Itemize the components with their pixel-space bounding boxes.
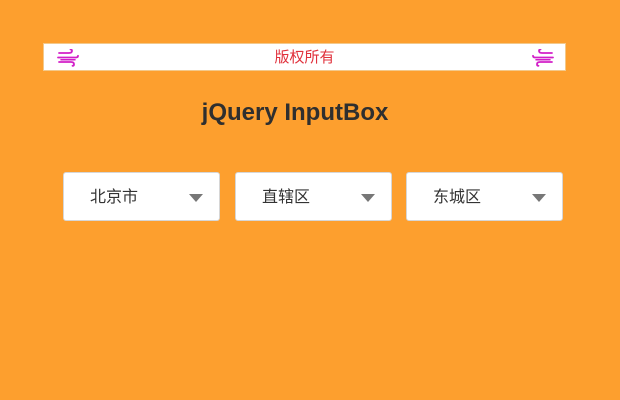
- province-select-value: 北京市: [90, 187, 139, 206]
- copyright-banner: 版权所有: [43, 43, 566, 71]
- province-select[interactable]: 北京市: [63, 172, 220, 221]
- wind-icon: [532, 49, 554, 67]
- city-select-value: 直辖区: [262, 187, 311, 206]
- chevron-down-icon: [532, 194, 546, 202]
- chevron-down-icon: [361, 194, 375, 202]
- page-title: jQuery InputBox: [201, 99, 389, 126]
- district-select[interactable]: 东城区: [406, 172, 563, 221]
- copyright-text: 版权所有: [274, 48, 335, 66]
- district-select-value: 东城区: [433, 187, 482, 206]
- city-select[interactable]: 直辖区: [235, 172, 392, 221]
- chevron-down-icon: [189, 194, 203, 202]
